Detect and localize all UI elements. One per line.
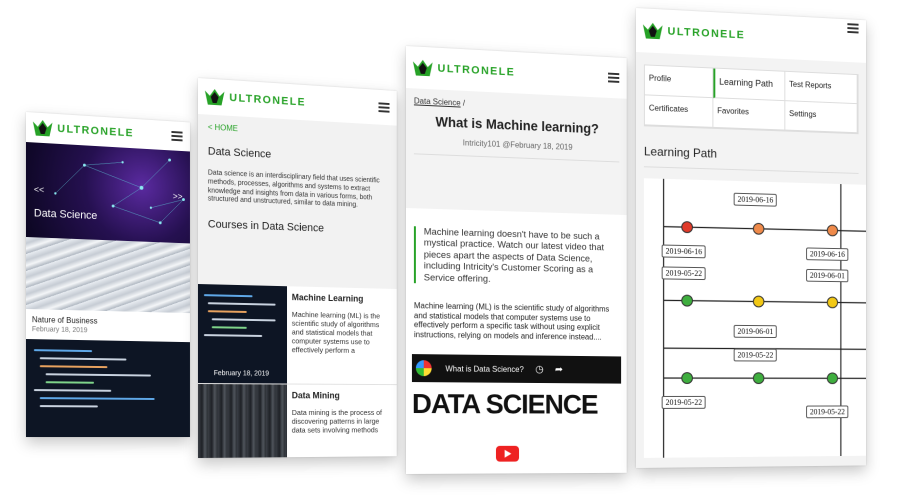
- path-node-yellow[interactable]: [826, 296, 839, 309]
- article-quote: Machine learning doesn't have to be such…: [413, 226, 620, 288]
- hamburger-menu-icon[interactable]: [171, 130, 183, 142]
- ultronele-logo-icon: [412, 58, 434, 77]
- video-title: What is Data Science?: [445, 363, 524, 374]
- learning-path-graph: 2019-06-16 2019-06-16 2019-06-16 2019-05…: [643, 178, 866, 458]
- channel-logo-icon: [415, 360, 432, 377]
- breadcrumb-link[interactable]: Data Science: [414, 96, 461, 107]
- page-title: Learning Path: [643, 144, 859, 174]
- carousel-next-button[interactable]: >>: [173, 191, 183, 201]
- category-intro: < HOME Data Science Data science is an i…: [198, 114, 397, 290]
- path-node-green[interactable]: [681, 372, 693, 385]
- hamburger-menu-icon[interactable]: [608, 72, 620, 83]
- course-thumbnail: February 18, 2019: [198, 284, 288, 384]
- path-date-label: 2019-05-22: [661, 395, 706, 409]
- path-date-label: 2019-06-01: [806, 268, 849, 283]
- brand-name: ULTRONELE: [57, 122, 134, 140]
- path-node-yellow[interactable]: [752, 295, 765, 308]
- course-description: Data mining is the process of discoverin…: [291, 408, 382, 435]
- brand-name: ULTRONELE: [437, 62, 516, 79]
- course-thumbnail: [198, 384, 288, 458]
- category-description: Data science is an interdisciplinary fie…: [207, 169, 380, 209]
- path-date-label: 2019-06-16: [733, 192, 778, 207]
- path-date-label: 2019-05-22: [806, 405, 849, 419]
- article-date: February 18, 2019: [31, 326, 88, 335]
- newspaper-image[interactable]: [26, 237, 190, 314]
- path-date-label: 2019-05-22: [733, 348, 778, 362]
- article-meta: Intricity101 @February 18, 2019: [413, 136, 620, 163]
- path-date-label: 2019-06-01: [733, 324, 778, 339]
- category-title: Data Science: [207, 145, 272, 161]
- courses-heading: Courses in Data Science: [207, 218, 324, 235]
- hamburger-menu-icon[interactable]: [378, 102, 390, 113]
- article-body: Machine learning (ML) is the scientific …: [413, 301, 610, 342]
- ultronele-logo-icon: [204, 87, 226, 106]
- course-description: Machine learning (ML) is the scientific …: [291, 309, 380, 355]
- phone-article-screen: ULTRONELE Data Science / What is Machine…: [406, 46, 627, 474]
- brand-name: ULTRONELE: [667, 25, 746, 42]
- path-node-green[interactable]: [826, 372, 839, 385]
- course-date: February 18, 2019: [213, 370, 270, 378]
- home-link[interactable]: < HOME: [208, 123, 388, 142]
- hamburger-menu-icon[interactable]: [847, 23, 859, 34]
- watch-later-icon[interactable]: ◷: [535, 364, 543, 375]
- menu-favorites[interactable]: Favorites: [713, 98, 786, 131]
- course-title: Machine Learning: [291, 292, 364, 304]
- phone-home-screen: ULTRONELE << >> Data Science Nature of B…: [26, 112, 190, 438]
- menu-learning-path[interactable]: Learning Path: [713, 68, 786, 102]
- menu-profile[interactable]: Profile: [644, 65, 714, 99]
- app-header: ULTRONELE: [636, 8, 866, 63]
- breadcrumb-separator: /: [462, 98, 465, 108]
- path-node-orange[interactable]: [826, 224, 839, 237]
- carousel-prev-button[interactable]: <<: [34, 184, 44, 194]
- youtube-play-icon[interactable]: [495, 445, 520, 462]
- video-title-bar: What is Data Science? ◷ ➦: [411, 354, 622, 384]
- course-title: Data Mining: [291, 390, 340, 401]
- path-date-label: 2019-05-22: [661, 266, 706, 281]
- menu-test-reports[interactable]: Test Reports: [785, 71, 858, 105]
- video-embed[interactable]: What is Data Science? ◷ ➦ DATA SCIENCE: [411, 354, 622, 474]
- article-header: Data Science / What is Machine learning?…: [406, 88, 627, 216]
- network-graphic: [54, 142, 185, 243]
- course-card[interactable]: Data Mining Data mining is the process o…: [198, 384, 397, 458]
- path-node-red[interactable]: [681, 221, 693, 234]
- code-image[interactable]: [26, 339, 190, 438]
- article-title: What is Machine learning?: [435, 114, 599, 137]
- brand-name: ULTRONELE: [229, 91, 306, 109]
- phone-category-screen: ULTRONELE < HOME Data Science Data scien…: [198, 78, 397, 458]
- ultronele-logo-icon: [642, 21, 664, 40]
- ultronele-logo-icon: [32, 118, 54, 138]
- profile-menu: Profile Learning Path Test Reports Certi…: [643, 64, 859, 135]
- menu-certificates[interactable]: Certificates: [644, 95, 714, 128]
- article-card[interactable]: Nature of Business February 18, 2019: [26, 309, 190, 342]
- share-icon[interactable]: ➦: [555, 364, 563, 375]
- phone-learning-path-screen: ULTRONELE Profile Learning Path Test Rep…: [636, 8, 866, 468]
- video-banner-text: DATA SCIENCE: [411, 388, 598, 420]
- hero-carousel[interactable]: << >> Data Science: [26, 142, 190, 244]
- path-node-green[interactable]: [681, 294, 693, 307]
- path-date-label: 2019-06-16: [661, 244, 706, 259]
- course-card[interactable]: February 18, 2019 Machine Learning Machi…: [198, 284, 397, 386]
- path-node-green[interactable]: [752, 372, 765, 385]
- path-date-label: 2019-06-16: [806, 247, 849, 261]
- path-node-orange[interactable]: [752, 222, 765, 235]
- menu-settings[interactable]: Settings: [785, 101, 858, 134]
- breadcrumb: Data Science /: [414, 96, 619, 115]
